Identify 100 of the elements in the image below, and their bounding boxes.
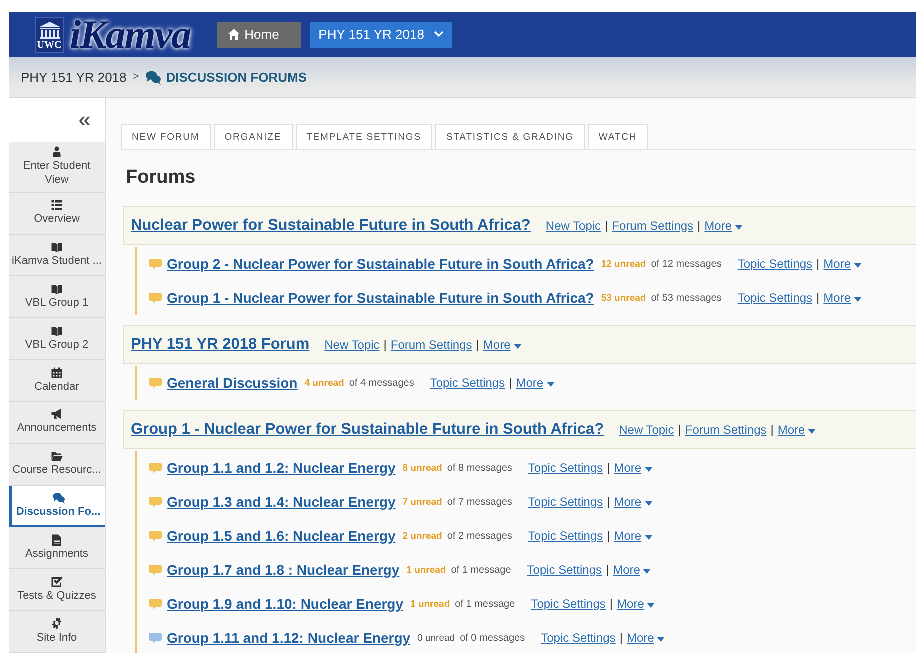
unread-count: 1 unread	[410, 598, 450, 610]
sidebar-item[interactable]: VBL Group 1	[9, 276, 105, 318]
document-icon	[51, 534, 63, 546]
sidebar-item[interactable]: Tests & Quizzes	[9, 569, 105, 612]
topic-title-link[interactable]: Group 1 - Nuclear Power for Sustainable Future in South Africa?	[167, 290, 594, 306]
message-count: of 0 messages	[460, 632, 526, 644]
settings-link[interactable]: Topic Settings	[541, 631, 616, 645]
caret-down-icon	[657, 637, 666, 642]
chevron-down-icon	[434, 31, 444, 38]
topic-title-link[interactable]: Group 1.5 and 1.6: Nuclear Energy	[167, 528, 396, 544]
forum-title-link[interactable]: Group 1 - Nuclear Power for Sustainable Future in South Africa?	[131, 420, 604, 438]
link-separator: |	[610, 597, 614, 611]
caret-down-icon	[647, 603, 656, 608]
caret-down-icon	[854, 297, 862, 302]
unread-count: 2 unread	[402, 530, 442, 542]
settings-link[interactable]: Topic Settings	[528, 461, 604, 475]
settings-link[interactable]: Topic Settings	[738, 257, 813, 271]
sidebar-item[interactable]: VBL Group 2	[9, 318, 105, 360]
caret-down-icon	[644, 501, 653, 506]
settings-link[interactable]: New Topic	[619, 422, 674, 436]
settings-link[interactable]: Topic Settings	[527, 563, 602, 577]
link-separator: |	[476, 338, 480, 352]
toolbar-tab[interactable]: WATCH	[588, 124, 648, 149]
topic-title-link[interactable]: Group 2 - Nuclear Power for Sustainable Future in South Africa?	[167, 256, 594, 272]
more-menu-link[interactable]: More	[778, 422, 816, 436]
link-separator: |	[384, 338, 387, 352]
settings-link[interactable]: Forum Settings	[685, 422, 767, 436]
settings-link[interactable]: Topic Settings	[528, 495, 604, 509]
settings-link[interactable]: New Topic	[546, 218, 602, 232]
unread-count: 7 unread	[402, 496, 442, 508]
link-separator: |	[607, 495, 610, 509]
sidebar-item[interactable]: Assignments	[9, 527, 105, 570]
link-separator: |	[607, 461, 610, 475]
settings-link[interactable]: Forum Settings	[390, 338, 472, 352]
page-heading: Forums	[126, 167, 197, 189]
home-icon	[228, 29, 240, 40]
topic-title-link[interactable]: Group 1.11 and 1.12: Nuclear Energy	[167, 630, 411, 646]
list-icon	[51, 199, 63, 212]
settings-link[interactable]: Topic Settings	[430, 376, 506, 390]
sidebar-item[interactable]: Discussion Fo...	[9, 486, 105, 528]
breadcrumb-link[interactable]: PHY 151 YR 2018	[21, 70, 127, 84]
caret-down-icon	[854, 263, 862, 268]
caret-down-icon	[546, 382, 555, 387]
more-menu-link[interactable]: More	[614, 529, 653, 543]
unread-count: 12 unread	[601, 258, 646, 270]
link-separator: |	[607, 529, 610, 543]
home-button[interactable]: Home	[216, 22, 301, 48]
more-menu-link[interactable]: More	[516, 376, 555, 390]
caret-down-icon	[735, 224, 744, 230]
sidebar-item[interactable]: Calendar	[9, 360, 105, 402]
unread-count: 1 unread	[406, 564, 446, 576]
message-count: of 1 message	[451, 564, 512, 576]
settings-link[interactable]: Topic Settings	[528, 529, 604, 543]
toolbar-tab[interactable]: NEW FORUM	[121, 124, 211, 149]
gear-icon	[51, 618, 63, 630]
topic-title-link[interactable]: General Discussion	[167, 375, 298, 391]
more-menu-link[interactable]: More	[614, 461, 653, 475]
more-menu-link[interactable]: More	[824, 257, 862, 271]
toolbar-tab[interactable]: TEMPLATE SETTINGS	[296, 124, 432, 149]
more-menu-link[interactable]: More	[824, 291, 862, 305]
site-selector[interactable]: PHY 151 YR 2018	[310, 22, 452, 48]
link-separator: |	[620, 631, 623, 645]
calendar-icon	[51, 366, 63, 379]
settings-link[interactable]: Forum Settings	[612, 218, 694, 232]
more-menu-link[interactable]: More	[483, 338, 522, 352]
sidebar-item[interactable]: Announcements	[9, 402, 105, 444]
forum-title-link[interactable]: PHY 151 YR 2018 Forum	[131, 336, 310, 354]
book-icon	[51, 324, 63, 337]
toolbar-tab[interactable]: STATISTICS & GRADING	[435, 124, 585, 149]
sidebar-item[interactable]: Enter Student View	[9, 142, 105, 193]
more-menu-link[interactable]: More	[704, 218, 744, 232]
toolbar-tab[interactable]: ORGANIZE	[214, 124, 293, 149]
message-count: of 2 messages	[447, 530, 512, 542]
topic-title-link[interactable]: Group 1.9 and 1.10: Nuclear Energy	[167, 596, 404, 612]
topic-title-link[interactable]: Group 1.1 and 1.2: Nuclear Energy	[167, 460, 396, 476]
message-count: of 7 messages	[447, 496, 512, 508]
logo-abbreviation: UWC	[37, 40, 62, 50]
link-separator: |	[509, 376, 512, 390]
topic-title-link[interactable]: Group 1.3 and 1.4: Nuclear Energy	[167, 494, 396, 510]
forum-title-link[interactable]: Nuclear Power for Sustainable Future in South Africa?	[131, 216, 531, 234]
more-menu-link[interactable]: More	[614, 495, 653, 509]
message-count: of 12 messages	[651, 258, 722, 270]
checkbox-icon	[51, 576, 63, 588]
topic-title-link[interactable]: Group 1.7 and 1.8 : Nuclear Energy	[167, 562, 400, 578]
settings-link[interactable]: New Topic	[324, 338, 380, 352]
settings-link[interactable]: Topic Settings	[531, 597, 606, 611]
unread-count: 0 unread	[418, 632, 456, 644]
caret-down-icon	[644, 535, 653, 540]
more-menu-link[interactable]: More	[613, 563, 652, 577]
message-count: of 53 messages	[651, 292, 722, 304]
more-menu-link[interactable]: More	[626, 631, 666, 645]
message-count: of 8 messages	[447, 462, 512, 474]
unread-count: 8 unread	[402, 462, 442, 474]
settings-link[interactable]: Topic Settings	[738, 291, 813, 305]
more-menu-link[interactable]: More	[617, 597, 656, 611]
sidebar-item[interactable]: Course Resourc...	[9, 444, 105, 486]
sidebar-item[interactable]: iKamva Student ...	[9, 234, 105, 276]
sidebar-item[interactable]: Overview	[9, 192, 105, 234]
folder-icon	[51, 450, 63, 462]
sidebar-item[interactable]: Site Info	[9, 611, 105, 653]
